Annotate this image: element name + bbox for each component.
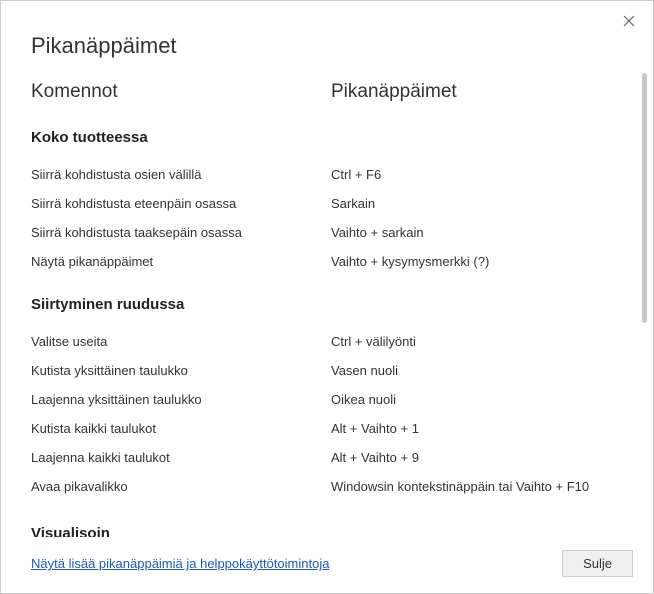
commands-column-header: Komennot xyxy=(31,81,331,103)
shortcut-text: Ctrl + F6 xyxy=(331,167,623,182)
section-heading: Siirtyminen ruudussa xyxy=(31,296,623,313)
shortcut-row: Siirrä kohdistusta taaksepäin osassaVaih… xyxy=(31,218,623,247)
dialog-content: Pikanäppäimet Komennot Pikanäppäimet Kok… xyxy=(1,1,653,539)
command-text: Laajenna yksittäinen taulukko xyxy=(31,392,331,407)
column-headers: Komennot Pikanäppäimet xyxy=(31,81,623,129)
shortcut-row: Siirrä kohdistusta eteenpäin osassaSarka… xyxy=(31,189,623,218)
shortcut-text: Vasen nuoli xyxy=(331,363,623,378)
shortcut-row: Kutista kaikki taulukotAlt + Vaihto + 1 xyxy=(31,414,623,443)
command-text: Siirrä kohdistusta taaksepäin osassa xyxy=(31,225,331,240)
shortcut-row: Avaa pikavalikkoWindowsin kontekstinäppä… xyxy=(31,472,623,501)
shortcut-row: Valitse useitaCtrl + välilyönti xyxy=(31,327,623,356)
command-text: Avaa pikavalikko xyxy=(31,479,331,494)
command-text: Kutista yksittäinen taulukko xyxy=(31,363,331,378)
shortcut-text: Alt + Vaihto + 9 xyxy=(331,450,623,465)
shortcut-text: Oikea nuoli xyxy=(331,392,623,407)
section-heading-partial: Visualisoin xyxy=(31,525,623,537)
shortcut-row: Näytä pikanäppäimetVaihto + kysymysmerkk… xyxy=(31,247,623,276)
shortcuts-column-header: Pikanäppäimet xyxy=(331,81,623,103)
shortcut-text: Sarkain xyxy=(331,196,623,211)
shortcut-row: Kutista yksittäinen taulukkoVasen nuoli xyxy=(31,356,623,385)
dialog-title: Pikanäppäimet xyxy=(31,33,623,59)
shortcut-text: Vaihto + kysymysmerkki (?) xyxy=(331,254,623,269)
shortcut-row: Laajenna kaikki taulukotAlt + Vaihto + 9 xyxy=(31,443,623,472)
shortcut-row: Laajenna yksittäinen taulukkoOikea nuoli xyxy=(31,385,623,414)
section-heading: Koko tuotteessa xyxy=(31,129,623,146)
shortcuts-list: Koko tuotteessa Siirrä kohdistusta osien … xyxy=(31,129,623,501)
command-text: Kutista kaikki taulukot xyxy=(31,421,331,436)
more-shortcuts-link[interactable]: Näytä lisää pikanäppäimiä ja helppokäytt… xyxy=(31,556,329,571)
command-text: Siirrä kohdistusta eteenpäin osassa xyxy=(31,196,331,211)
command-text: Näytä pikanäppäimet xyxy=(31,254,331,269)
command-text: Siirrä kohdistusta osien välillä xyxy=(31,167,331,182)
shortcut-text: Ctrl + välilyönti xyxy=(331,334,623,349)
shortcut-text: Vaihto + sarkain xyxy=(331,225,623,240)
command-text: Valitse useita xyxy=(31,334,331,349)
shortcut-text: Windowsin kontekstinäppäin tai Vaihto + … xyxy=(331,479,623,494)
scrollbar[interactable] xyxy=(642,73,647,323)
shortcut-row: Siirrä kohdistusta osien välilläCtrl + F… xyxy=(31,160,623,189)
shortcut-text: Alt + Vaihto + 1 xyxy=(331,421,623,436)
command-text: Laajenna kaikki taulukot xyxy=(31,450,331,465)
close-footer-button[interactable]: Sulje xyxy=(562,550,633,577)
dialog-footer: Näytä lisää pikanäppäimiä ja helppokäytt… xyxy=(1,539,653,593)
